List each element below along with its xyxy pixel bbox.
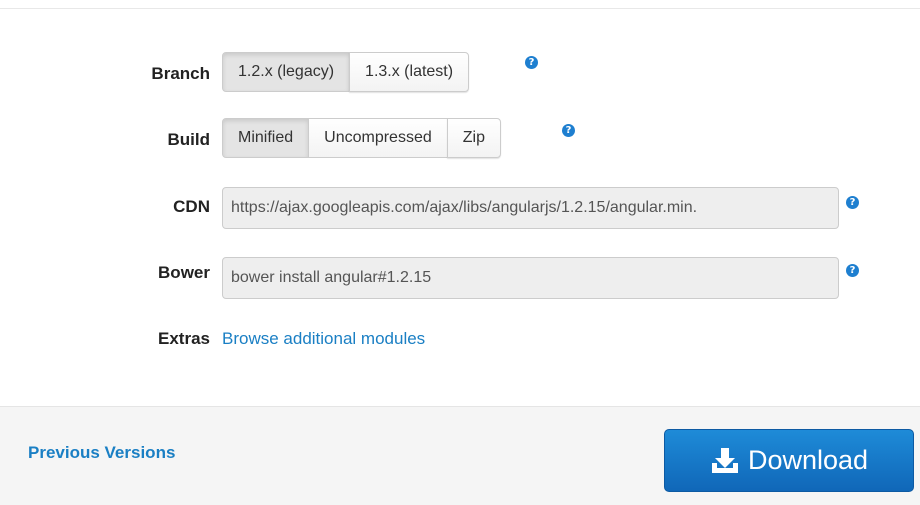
branch-button-group: 1.2.x (legacy) 1.3.x (latest) bbox=[222, 52, 470, 92]
branch-option-legacy[interactable]: 1.2.x (legacy) bbox=[222, 52, 351, 92]
cdn-label: CDN bbox=[173, 197, 210, 216]
download-button[interactable]: Download bbox=[664, 429, 914, 492]
top-divider bbox=[0, 8, 920, 9]
bower-command-field[interactable]: bower install angular#1.2.15 bbox=[222, 257, 839, 299]
build-button-group: Minified Uncompressed Zip bbox=[222, 118, 501, 158]
extras-label: Extras bbox=[158, 329, 210, 348]
build-label: Build bbox=[167, 130, 211, 149]
previous-versions-link[interactable]: Previous Versions bbox=[28, 441, 175, 465]
build-option-zip[interactable]: Zip bbox=[446, 118, 501, 158]
branch-label: Branch bbox=[151, 64, 210, 83]
cdn-help-icon[interactable]: ? bbox=[846, 196, 859, 209]
build-option-uncompressed[interactable]: Uncompressed bbox=[308, 118, 448, 158]
download-tray-icon bbox=[711, 447, 738, 473]
download-label: Download bbox=[747, 445, 869, 475]
bower-help-icon[interactable]: ? bbox=[846, 264, 859, 277]
branch-help-icon[interactable]: ? bbox=[525, 56, 538, 69]
bower-label: Bower bbox=[158, 263, 210, 282]
build-help-icon[interactable]: ? bbox=[562, 124, 575, 137]
build-option-minified[interactable]: Minified bbox=[222, 118, 310, 158]
footer-bar: Previous Versions Download bbox=[0, 406, 920, 505]
branch-option-latest[interactable]: 1.3.x (latest) bbox=[349, 52, 470, 92]
browse-modules-link[interactable]: Browse additional modules bbox=[222, 327, 425, 351]
cdn-url-field[interactable]: https://ajax.googleapis.com/ajax/libs/an… bbox=[222, 187, 839, 229]
